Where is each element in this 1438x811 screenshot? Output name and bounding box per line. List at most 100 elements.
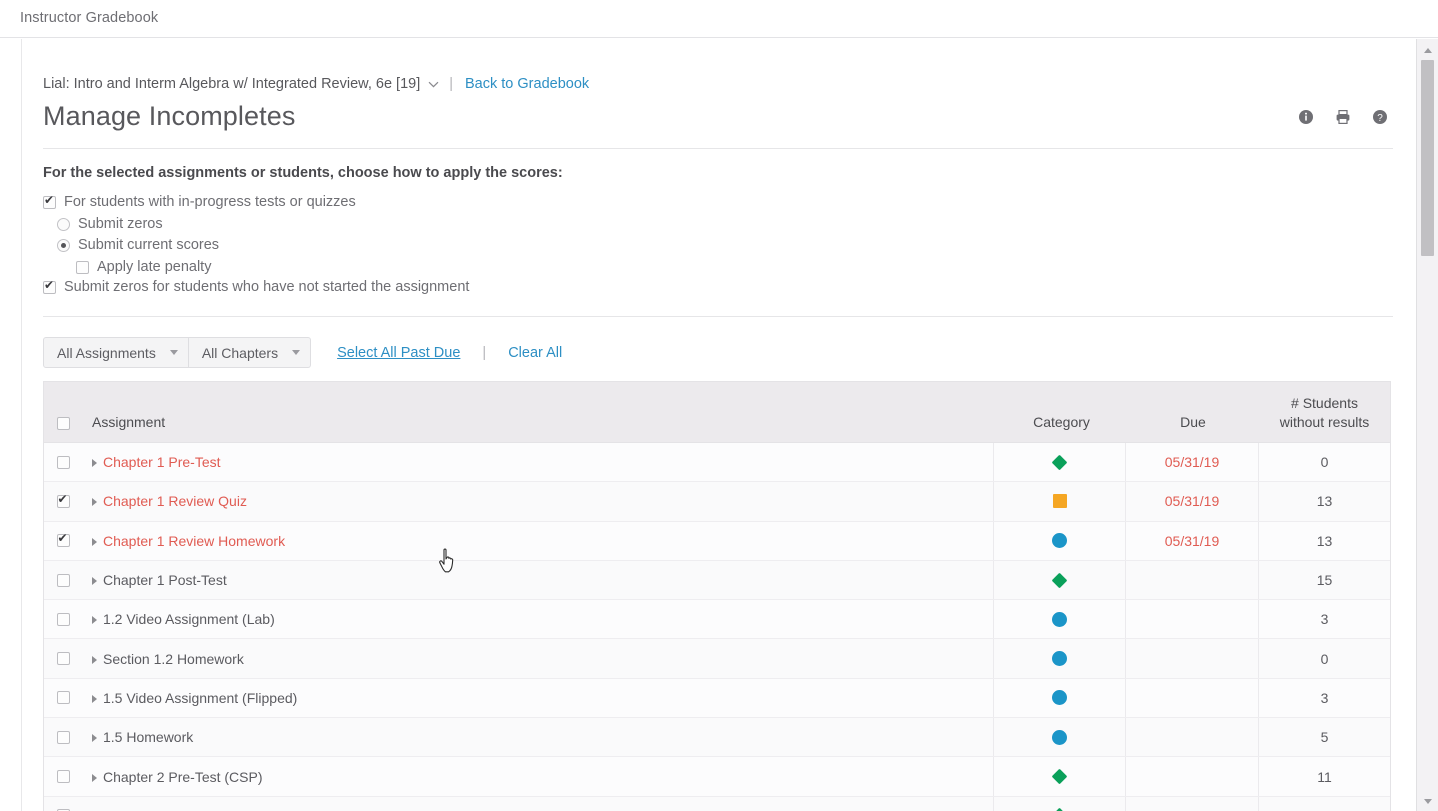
students-without-results-cell: 0 <box>1258 639 1390 678</box>
students-without-results-cell: 13 <box>1258 521 1390 560</box>
assignment-name-cell[interactable]: Section 1.2 Homework <box>82 639 993 677</box>
assignment-name-cell[interactable]: Chapter 1 Pre-Test <box>82 443 993 481</box>
assignment-name-cell[interactable]: 1.5 Homework <box>82 718 993 756</box>
assignment-name-link[interactable]: Chapter 1 Review Quiz <box>103 493 247 509</box>
table-row[interactable]: Chapter 1 Post-Test 15 <box>44 560 1390 601</box>
chevron-down-icon[interactable] <box>428 80 439 91</box>
assignment-name-link[interactable]: Chapter 1 Post-Test <box>103 572 227 588</box>
checkbox-row-select[interactable] <box>56 493 70 508</box>
row-select-cell[interactable] <box>44 718 82 756</box>
option-submit-current-scores-radio-row[interactable]: Submit current scores <box>57 237 219 253</box>
assignment-name-cell[interactable]: Chapter 2 Post-Test (CSP) <box>82 797 993 811</box>
scroll-up-arrow-icon[interactable] <box>1420 43 1436 58</box>
assignment-name-cell[interactable]: 1.2 Video Assignment (Lab) <box>82 600 993 638</box>
row-select-cell[interactable] <box>44 600 82 638</box>
select-all-header-cell[interactable] <box>44 417 82 442</box>
students-without-results-value: 0 <box>1320 454 1329 471</box>
students-without-results-header-cell: # Students without results <box>1259 394 1390 442</box>
scroll-down-arrow-icon[interactable] <box>1420 794 1436 809</box>
checkbox-row-select[interactable] <box>56 652 70 666</box>
expand-triangle-icon[interactable] <box>92 655 97 664</box>
row-select-cell[interactable] <box>44 443 82 481</box>
checkbox-row-select[interactable] <box>56 730 70 744</box>
assignment-name-cell[interactable]: Chapter 1 Review Homework <box>82 522 993 560</box>
radio-submit-zeros[interactable] <box>57 217 70 231</box>
header-divider <box>43 148 1393 149</box>
assignment-name-link[interactable]: 1.5 Video Assignment (Flipped) <box>103 690 297 706</box>
info-icon[interactable] <box>1298 109 1314 125</box>
expand-triangle-icon[interactable] <box>92 459 97 468</box>
category-header-cell: Category <box>996 414 1127 442</box>
checkbox-in-progress[interactable] <box>43 194 56 209</box>
table-row[interactable]: 1.5 Video Assignment (Flipped) 3 <box>44 678 1390 719</box>
checkbox-row-select[interactable] <box>56 691 70 705</box>
clear-all-link[interactable]: Clear All <box>508 345 562 361</box>
chevron-down-icon <box>169 350 178 355</box>
table-row[interactable]: Chapter 1 Review Homework 05/31/19 13 <box>44 521 1390 561</box>
assignment-name-cell[interactable]: Chapter 1 Review Quiz <box>82 482 993 520</box>
checkbox-select-all[interactable] <box>56 417 70 430</box>
expand-triangle-icon[interactable] <box>92 694 97 703</box>
assignment-name-link[interactable]: Section 1.2 Homework <box>103 651 244 667</box>
expand-triangle-icon[interactable] <box>92 734 97 743</box>
checkbox-row-select[interactable] <box>56 573 70 587</box>
row-select-cell[interactable] <box>44 797 82 811</box>
select-all-past-due-link[interactable]: Select All Past Due <box>337 345 460 361</box>
chapters-dropdown[interactable]: All Chapters <box>188 337 312 368</box>
left-gutter <box>0 39 22 811</box>
option-label-in-progress: For students with in-progress tests or q… <box>64 194 356 210</box>
help-icon[interactable]: ? <box>1372 109 1388 125</box>
row-select-cell[interactable] <box>44 757 82 795</box>
category-cell <box>993 600 1125 639</box>
expand-triangle-icon[interactable] <box>92 616 97 625</box>
table-row[interactable]: 1.2 Video Assignment (Lab) 3 <box>44 600 1390 640</box>
expand-triangle-icon[interactable] <box>92 577 97 586</box>
row-select-cell[interactable] <box>44 522 82 560</box>
scrollbar-thumb[interactable] <box>1421 60 1434 256</box>
row-select-cell[interactable] <box>44 482 82 520</box>
print-icon[interactable] <box>1335 109 1351 125</box>
option-apply-late-penalty-row[interactable]: Apply late penalty <box>76 259 211 275</box>
category-cell <box>993 482 1125 521</box>
checkbox-row-select[interactable] <box>56 612 70 626</box>
row-select-cell[interactable] <box>44 561 82 599</box>
assignments-dropdown[interactable]: All Assignments <box>43 337 189 368</box>
table-row[interactable]: Chapter 2 Pre-Test (CSP) 11 <box>44 757 1390 797</box>
due-date-cell: 05/31/19 <box>1125 482 1258 521</box>
checkbox-row-select[interactable] <box>56 532 70 548</box>
checkbox-row-select[interactable] <box>56 770 70 784</box>
option-submit-zeros-radio-row[interactable]: Submit zeros <box>57 216 163 232</box>
students-without-results-value: 13 <box>1316 532 1333 549</box>
assignment-name-cell[interactable]: Chapter 1 Post-Test <box>82 561 993 599</box>
table-row[interactable]: Chapter 2 Post-Test (CSP) 18 <box>44 796 1390 811</box>
expand-triangle-icon[interactable] <box>92 773 97 782</box>
table-row[interactable]: 1.5 Homework 5 <box>44 718 1390 758</box>
option-in-progress-checkbox-row[interactable]: For students with in-progress tests or q… <box>43 194 356 210</box>
assignment-name-link[interactable]: Chapter 1 Pre-Test <box>103 454 221 470</box>
table-row[interactable]: Section 1.2 Homework 0 <box>44 639 1390 679</box>
option-label-apply-late-penalty: Apply late penalty <box>97 259 212 275</box>
row-select-cell[interactable] <box>44 639 82 677</box>
radio-submit-current-scores[interactable] <box>57 238 70 252</box>
expand-triangle-icon[interactable] <box>92 537 97 546</box>
assignment-name-link[interactable]: Chapter 1 Review Homework <box>103 533 285 549</box>
breadcrumb-course-name[interactable]: Lial: Intro and Interm Algebra w/ Integr… <box>43 76 420 92</box>
back-to-gradebook-link[interactable]: Back to Gradebook <box>465 76 589 92</box>
assignment-name-cell[interactable]: 1.5 Video Assignment (Flipped) <box>82 679 993 717</box>
table-row[interactable]: Chapter 1 Pre-Test 05/31/19 0 <box>44 443 1390 483</box>
checkbox-submit-zeros-not-started[interactable] <box>43 279 56 294</box>
assignment-name-link[interactable]: 1.2 Video Assignment (Lab) <box>103 611 275 627</box>
assignment-name-cell[interactable]: Chapter 2 Pre-Test (CSP) <box>82 757 993 795</box>
expand-triangle-icon[interactable] <box>92 498 97 507</box>
assignment-name-link[interactable]: 1.5 Homework <box>103 729 193 745</box>
row-select-cell[interactable] <box>44 679 82 717</box>
checkbox-row-select[interactable] <box>56 455 70 469</box>
students-without-results-value: 3 <box>1320 611 1329 628</box>
due-date-cell: 05/31/19 <box>1125 521 1258 560</box>
assignment-name-link[interactable]: Chapter 2 Pre-Test (CSP) <box>103 769 263 785</box>
option-submit-zeros-not-started-row[interactable]: Submit zeros for students who have not s… <box>43 279 469 295</box>
due-date-cell <box>1125 560 1258 600</box>
checkbox-apply-late-penalty[interactable] <box>76 260 89 274</box>
page-scrollbar[interactable] <box>1416 39 1438 811</box>
table-row[interactable]: Chapter 1 Review Quiz 05/31/19 13 <box>44 482 1390 522</box>
